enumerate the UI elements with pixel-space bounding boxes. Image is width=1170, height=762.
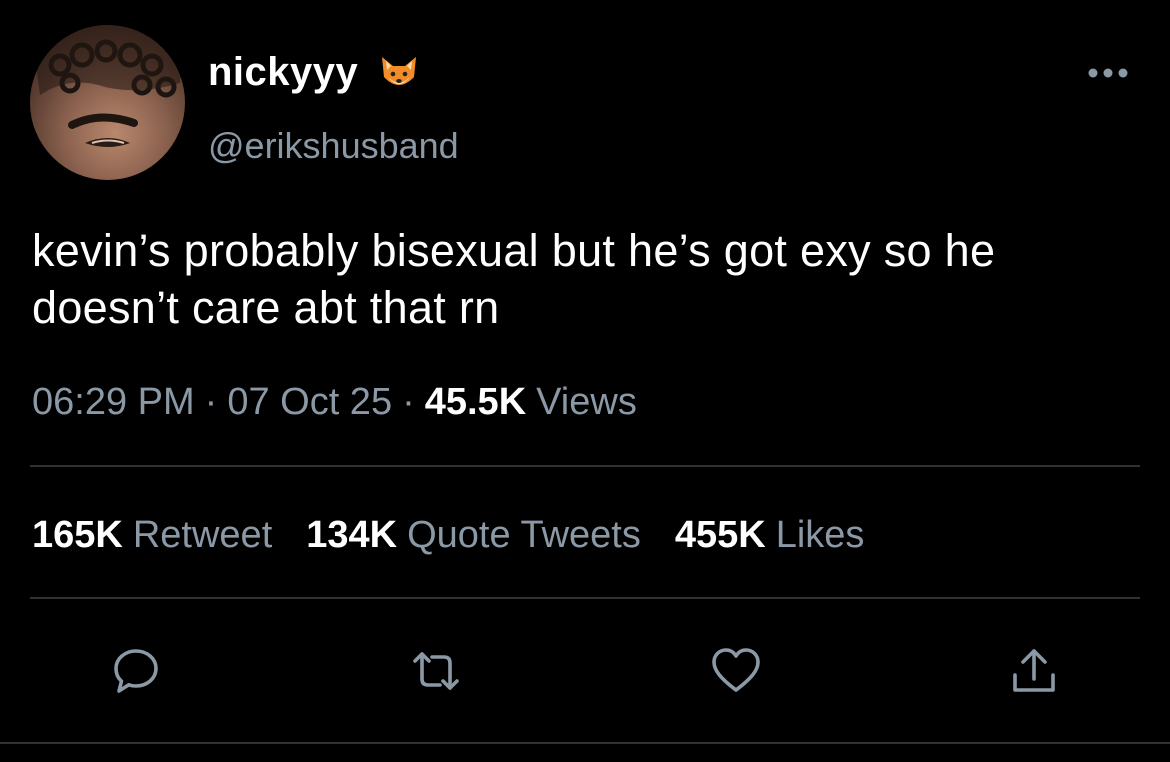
share-icon (1013, 649, 1055, 692)
tweet-time[interactable]: 06:29 PM (32, 381, 195, 423)
retweet-stat[interactable]: 165K Retweet (32, 514, 272, 556)
tweet-card: nickyyy @erikshusband kevin’s probably b… (0, 0, 1170, 762)
divider (0, 742, 1170, 744)
tweet-text: kevin’s probably bisexual but he’s got e… (32, 225, 996, 333)
user-handle[interactable]: @erikshusband (208, 125, 459, 167)
fox-icon (382, 57, 416, 85)
views-count: 45.5K (424, 381, 527, 423)
separator: · (402, 381, 415, 423)
reply-button[interactable] (110, 645, 162, 697)
comment-icon (114, 649, 158, 693)
quote-tweets-label: Quote Tweets (407, 514, 641, 556)
likes-stat[interactable]: 455K Likes (675, 514, 865, 556)
engagement-stats: 165K Retweet 134K Quote Tweets 455K Likes (32, 514, 898, 557)
retweet-label: Retweet (132, 514, 273, 556)
display-name[interactable]: nickyyy (208, 50, 358, 95)
quote-tweets-stat[interactable]: 134K Quote Tweets (306, 514, 641, 556)
separator: · (204, 381, 218, 423)
likes-label: Likes (775, 514, 865, 556)
divider (30, 597, 1140, 599)
views-label: Views (536, 381, 637, 423)
more-options-icon[interactable] (1086, 64, 1130, 82)
share-button[interactable] (1008, 645, 1060, 697)
quote-tweets-count: 134K (306, 514, 398, 556)
retweet-count: 165K (32, 514, 123, 556)
avatar[interactable] (30, 25, 185, 180)
tweet-metadata: 06:29 PM · 07 Oct 25 · 45.5K Views (32, 381, 637, 424)
retweet-icon (413, 652, 459, 690)
divider (30, 465, 1140, 467)
tweet-date[interactable]: 07 Oct 25 (227, 381, 392, 423)
avatar-photo (30, 25, 185, 147)
likes-count: 455K (674, 514, 766, 556)
retweet-button[interactable] (410, 645, 462, 697)
heart-icon (712, 648, 760, 692)
like-button[interactable] (710, 645, 762, 697)
